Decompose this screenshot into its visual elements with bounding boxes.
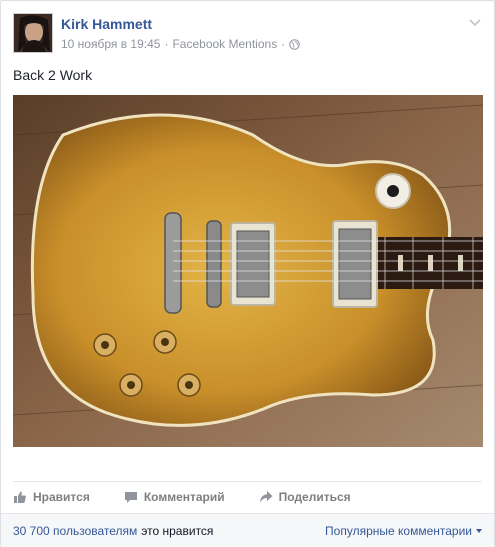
share-button[interactable]: Поделиться xyxy=(259,490,351,504)
caret-down-icon xyxy=(476,528,482,533)
thumbs-up-icon xyxy=(14,491,26,503)
share-label: Поделиться xyxy=(278,490,351,504)
chevron-down-icon[interactable] xyxy=(468,15,482,29)
like-button[interactable]: Нравится xyxy=(13,490,90,504)
guitar-photo xyxy=(13,95,483,447)
comment-icon xyxy=(124,492,137,503)
divider xyxy=(13,481,482,482)
like-label: Нравится xyxy=(33,490,90,504)
post-date[interactable]: 10 ноября в 19:45 xyxy=(61,37,160,51)
post-header: Kirk Hammett 10 ноября в 19:45 · Faceboo… xyxy=(13,13,482,57)
comment-label: Комментарий xyxy=(143,490,225,504)
action-bar: Нравится Комментарий Поделиться xyxy=(13,486,385,508)
post-source[interactable]: Facebook Mentions xyxy=(172,37,277,51)
popular-comments-label: Популярные комментарии xyxy=(325,523,472,538)
meta-separator: · xyxy=(164,37,169,51)
likes-count-link[interactable]: 30 700 пользователям xyxy=(13,524,137,538)
likes-text: это нравится xyxy=(141,523,214,538)
post-photo[interactable] xyxy=(13,95,483,447)
comment-button[interactable]: Комментарий xyxy=(124,490,225,504)
popular-comments-dropdown[interactable]: Популярные комментарии xyxy=(325,524,482,538)
avatar-image xyxy=(14,14,52,52)
avatar[interactable] xyxy=(13,13,53,53)
post-card: Kirk Hammett 10 ноября в 19:45 · Faceboo… xyxy=(0,0,495,547)
share-icon xyxy=(259,491,273,503)
meta-separator: · xyxy=(281,37,286,51)
post-footer: 30 700 пользователям это нравится Популя… xyxy=(1,513,494,547)
globe-icon[interactable] xyxy=(289,38,300,50)
post-meta: 10 ноября в 19:45 · Facebook Mentions · xyxy=(61,37,300,51)
author-name[interactable]: Kirk Hammett xyxy=(61,16,152,32)
post-text: Back 2 Work xyxy=(13,67,93,83)
